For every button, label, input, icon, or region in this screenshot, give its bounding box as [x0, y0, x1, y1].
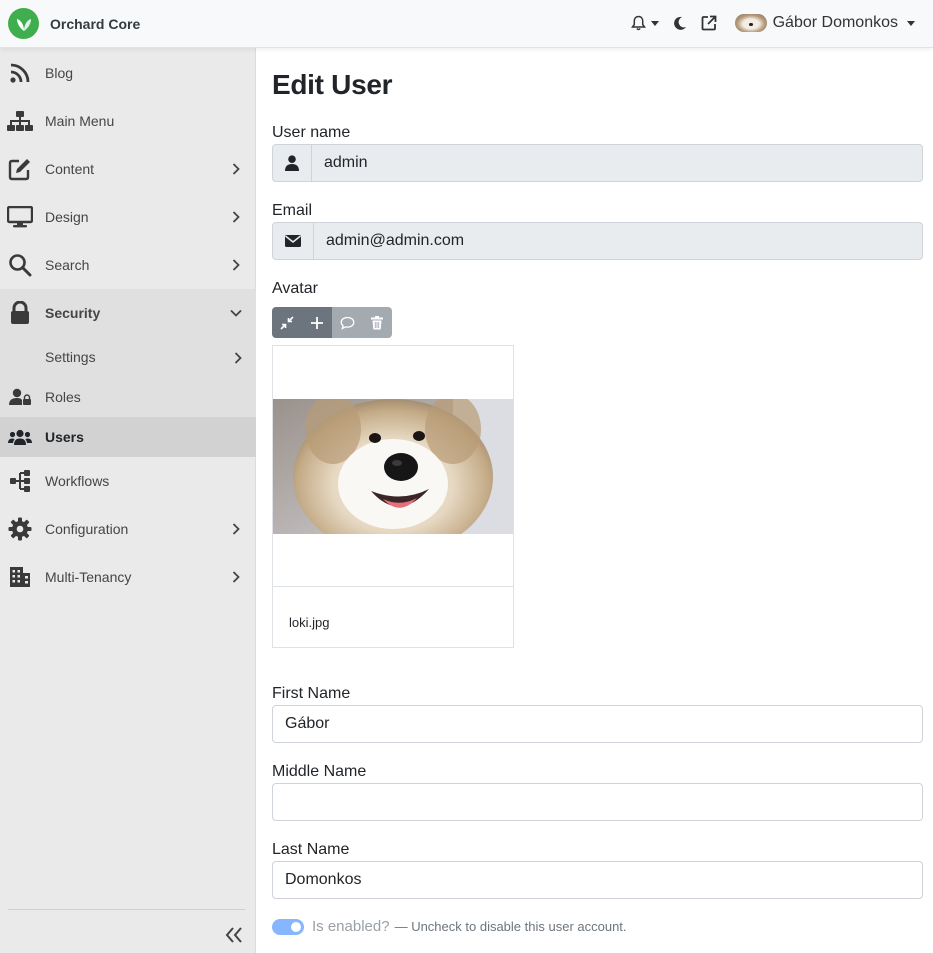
chevron-right-icon — [234, 351, 242, 369]
sidebar-item-search[interactable]: Search — [0, 241, 256, 289]
email-input[interactable] — [314, 223, 922, 259]
sidebar-item-configuration[interactable]: Configuration — [0, 505, 256, 553]
double-chevron-left-icon — [225, 927, 242, 943]
avatar-label: Avatar — [272, 280, 318, 297]
edit-icon — [7, 156, 33, 182]
enabled-help-text: — Uncheck to disable this user account. — [394, 919, 627, 934]
rss-icon — [7, 60, 33, 86]
notifications-button[interactable] — [630, 15, 659, 31]
trash-icon — [371, 315, 383, 329]
first-name-label: First Name — [272, 685, 351, 702]
plus-icon — [311, 316, 323, 329]
avatar-toolbar — [272, 307, 392, 338]
search-icon — [7, 252, 33, 278]
username-group — [272, 144, 923, 182]
envelope-icon — [273, 223, 314, 259]
lock-icon — [7, 300, 33, 326]
desktop-icon — [7, 204, 33, 230]
sidebar-item-label: Security — [45, 305, 101, 321]
brand-name: Orchard Core — [50, 15, 141, 32]
avatar-thumbnail — [273, 399, 513, 534]
moon-icon — [673, 16, 686, 30]
theme-toggle-button[interactable] — [673, 16, 687, 31]
media-filename: loki.jpg — [289, 615, 330, 630]
user-menu[interactable]: Gábor Domonkos — [734, 14, 915, 32]
gear-icon — [7, 516, 33, 542]
email-label: Email — [272, 202, 313, 219]
visit-site-button[interactable] — [701, 15, 717, 31]
sidebar-item-security[interactable]: Security — [0, 289, 256, 337]
media-card[interactable]: loki.jpg — [272, 345, 514, 648]
security-section: Security Settings Roles Users — [0, 289, 256, 457]
sidebar-item-label: Blog — [45, 65, 74, 81]
collapse-sidebar-button[interactable] — [222, 925, 246, 945]
chevron-down-icon — [650, 20, 659, 26]
sidebar-item-label: Settings — [45, 349, 96, 365]
username-input[interactable] — [312, 145, 922, 181]
comment-icon — [340, 316, 354, 330]
chevron-right-icon — [230, 163, 242, 175]
sidebar-divider — [8, 909, 245, 910]
sidebar-item-multi-tenancy[interactable]: Multi-Tenancy — [0, 553, 256, 601]
avatar — [734, 14, 767, 32]
chevron-right-icon — [230, 523, 242, 535]
sidebar-item-label: Design — [45, 209, 89, 225]
workflow-icon — [7, 468, 33, 494]
sidebar-item-design[interactable]: Design — [0, 193, 256, 241]
sidebar-item-workflows[interactable]: Workflows — [0, 457, 256, 505]
orchard-logo-icon — [8, 8, 39, 39]
page-title: Edit User — [272, 69, 393, 100]
user-lock-icon — [7, 384, 33, 410]
sidebar-item-label: Roles — [45, 389, 81, 405]
sidebar-item-users[interactable]: Users — [0, 417, 256, 457]
remove-media-button[interactable] — [362, 307, 392, 338]
chevron-right-icon — [230, 259, 242, 271]
email-group — [272, 222, 923, 260]
brand[interactable]: Orchard Core — [8, 8, 140, 39]
chevron-right-icon — [230, 211, 242, 223]
middle-name-input[interactable] — [272, 783, 923, 821]
building-icon — [7, 564, 33, 590]
sidebar-item-label: Content — [45, 161, 95, 177]
sidebar-item-label: Search — [45, 257, 90, 273]
sidebar: Blog Main Menu Content Design Search Sec… — [0, 48, 256, 953]
sidebar-item-content[interactable]: Content — [0, 145, 256, 193]
add-media-button[interactable] — [302, 307, 332, 338]
sitemap-icon — [7, 108, 33, 134]
compress-icon — [280, 315, 294, 330]
sidebar-item-label: Workflows — [45, 473, 110, 489]
sidebar-item-main-menu[interactable]: Main Menu — [0, 97, 256, 145]
sidebar-item-label: Main Menu — [45, 113, 115, 129]
sidebar-item-settings[interactable]: Settings — [0, 337, 256, 377]
edit-alt-text-button[interactable] — [332, 307, 362, 338]
external-link-icon — [701, 15, 717, 31]
bell-icon — [630, 15, 646, 31]
users-icon — [7, 424, 33, 450]
user-name: Gábor Domonkos — [772, 14, 898, 31]
media-card-footer: loki.jpg — [273, 586, 513, 648]
top-navbar: Orchard Core Gábor Domonkos — [0, 0, 933, 48]
enabled-switch[interactable] — [272, 918, 304, 935]
sidebar-item-label: Users — [45, 429, 84, 445]
sidebar-item-blog[interactable]: Blog — [0, 49, 256, 97]
user-icon — [273, 145, 312, 181]
chevron-down-icon — [230, 307, 242, 319]
sidebar-item-roles[interactable]: Roles — [0, 377, 256, 417]
last-name-input[interactable] — [272, 861, 923, 899]
chevron-down-icon — [907, 20, 915, 26]
username-label: User name — [272, 124, 351, 141]
chevron-right-icon — [230, 571, 242, 583]
enabled-label: Is enabled? — [312, 918, 390, 935]
middle-name-label: Middle Name — [272, 763, 367, 780]
sidebar-item-label: Multi-Tenancy — [45, 569, 132, 585]
enabled-toggle-row: Is enabled? — Uncheck to disable this us… — [272, 918, 627, 935]
resize-button[interactable] — [272, 307, 302, 338]
last-name-label: Last Name — [272, 841, 350, 858]
first-name-input[interactable] — [272, 705, 923, 743]
sidebar-item-label: Configuration — [45, 521, 129, 537]
